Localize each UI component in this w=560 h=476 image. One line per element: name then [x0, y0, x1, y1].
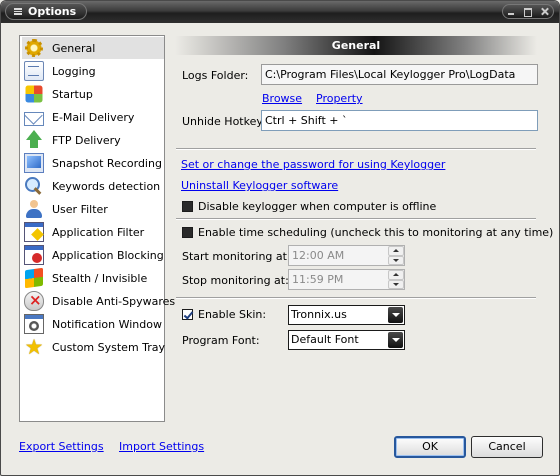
minimize-icon[interactable] [507, 7, 516, 16]
divider [176, 218, 536, 220]
sidebar-item-label: Notification Window [52, 317, 162, 331]
program-font-select[interactable]: Default Font [288, 330, 405, 350]
stop-monitoring-time[interactable]: 11:59 PM [288, 269, 405, 290]
sidebar-item-stealth-invisible[interactable]: Stealth / Invisible [22, 267, 164, 289]
sidebar-item-label: E-Mail Delivery [52, 110, 135, 124]
export-settings-link[interactable]: Export Settings [19, 440, 104, 453]
sidebar-item-label: Custom System Tray [52, 340, 166, 354]
disable-offline-option[interactable]: Disable keylogger when computer is offli… [182, 199, 436, 214]
sidebar-item-logging[interactable]: Logging [22, 60, 164, 82]
cancel-button[interactable]: Cancel [471, 436, 543, 458]
chevron-down-icon[interactable] [388, 307, 403, 323]
app-block-icon [24, 245, 44, 265]
start-monitoring-time[interactable]: 12:00 AM [288, 245, 405, 266]
star-icon: ★ [24, 335, 44, 359]
time-scheduling-checkbox[interactable] [182, 227, 193, 238]
spin-down-icon[interactable] [388, 255, 404, 265]
stop-monitoring-label: Stop monitoring at: [182, 274, 289, 287]
unhide-hotkey-field[interactable]: Ctrl + Shift + ` [261, 110, 538, 131]
app-filter-icon [24, 222, 44, 242]
ok-button[interactable]: OK [394, 436, 466, 458]
sidebar-item-disable-anti-spywares[interactable]: Disable Anti-Spywares [22, 290, 175, 312]
sidebar-item-label: Application Blocking [52, 248, 164, 262]
uninstall-link[interactable]: Uninstall Keylogger software [181, 179, 338, 192]
gear-icon [24, 38, 44, 58]
window-controls [502, 4, 554, 19]
skin-select-value: Tronnix.us [291, 308, 347, 321]
skin-select[interactable]: Tronnix.us [288, 305, 405, 325]
enable-skin-label: Enable Skin: [198, 308, 267, 321]
sidebar-item-label: Logging [52, 64, 96, 78]
sidebar-item-general[interactable]: General [22, 37, 164, 59]
divider [176, 148, 536, 150]
sidebar-item-label: User Filter [52, 202, 108, 216]
spin-up-icon[interactable] [388, 246, 404, 256]
upload-arrow-icon [24, 130, 44, 150]
sidebar-item-keywords-detection[interactable]: Keywords detection [22, 175, 164, 197]
start-monitoring-label: Start monitoring at: [182, 250, 291, 263]
start-time-spinner[interactable] [388, 246, 404, 265]
browse-link[interactable]: Browse [262, 92, 302, 105]
options-category-list[interactable]: General Logging Startup E-Mail Delivery … [19, 35, 175, 422]
windows-logo-icon [25, 267, 43, 289]
user-icon [24, 199, 44, 219]
sidebar-item-email-delivery[interactable]: E-Mail Delivery [22, 106, 164, 128]
window-title-text: Options [28, 5, 77, 18]
title-bar[interactable]: Options [1, 1, 559, 23]
email-icon [24, 111, 44, 126]
sidebar-item-application-filter[interactable]: Application Filter [22, 221, 164, 243]
sidebar-item-label: General [52, 41, 96, 55]
enable-skin-checkbox[interactable] [182, 309, 193, 320]
sidebar-item-label: Snapshot Recording [52, 156, 162, 170]
start-monitoring-value: 12:00 AM [292, 249, 345, 262]
sidebar-item-ftp-delivery[interactable]: FTP Delivery [22, 129, 164, 151]
close-icon[interactable] [540, 7, 549, 16]
system-menu-icon[interactable] [14, 8, 22, 15]
startup-icon [25, 85, 43, 103]
divider [176, 297, 536, 299]
section-header: General [175, 36, 537, 55]
logs-folder-field[interactable]: C:\Program Files\Local Keylogger Pro\Log… [261, 64, 538, 85]
sidebar-item-label: Disable Anti-Spywares [52, 294, 176, 308]
sidebar-item-startup[interactable]: Startup [22, 83, 164, 105]
stop-time-spinner[interactable] [388, 270, 404, 289]
sidebar-item-label: Startup [52, 87, 93, 101]
unhide-hotkey-label: Unhide Hotkey: [182, 115, 266, 128]
sidebar-item-label: FTP Delivery [52, 133, 121, 147]
sidebar-item-label: Stealth / Invisible [52, 271, 148, 285]
maximize-icon[interactable] [523, 7, 533, 17]
shield-x-icon [24, 291, 44, 311]
logs-folder-label: Logs Folder: [182, 69, 249, 82]
time-scheduling-option[interactable]: Enable time scheduling (uncheck this to … [182, 225, 553, 240]
import-settings-link[interactable]: Import Settings [119, 440, 204, 453]
window-title[interactable]: Options [5, 3, 87, 20]
snapshot-icon [24, 153, 44, 173]
chevron-down-icon[interactable] [388, 332, 403, 348]
notification-window-icon [24, 314, 44, 334]
disable-offline-checkbox[interactable] [182, 201, 193, 212]
disable-offline-label: Disable keylogger when computer is offli… [198, 200, 437, 213]
sidebar-item-label: Keywords detection [52, 179, 161, 193]
sidebar-item-notification-window[interactable]: Notification Window [22, 313, 164, 335]
spin-up-icon[interactable] [388, 270, 404, 280]
sidebar-item-snapshot-recording[interactable]: Snapshot Recording [22, 152, 164, 174]
sidebar-item-user-filter[interactable]: User Filter [22, 198, 164, 220]
magnifier-icon [24, 176, 44, 196]
program-font-value: Default Font [291, 333, 359, 346]
enable-skin-option[interactable]: Enable Skin: [182, 307, 266, 322]
property-link[interactable]: Property [316, 92, 363, 105]
change-password-link[interactable]: Set or change the password for using Key… [181, 158, 445, 171]
sidebar-item-custom-system-tray[interactable]: ★ Custom System Tray [22, 335, 166, 359]
sidebar-item-label: Application Filter [52, 225, 145, 239]
program-font-label: Program Font: [182, 334, 260, 347]
spin-down-icon[interactable] [388, 279, 404, 289]
time-scheduling-label: Enable time scheduling (uncheck this to … [198, 226, 554, 239]
stop-monitoring-value: 11:59 PM [292, 273, 344, 286]
sidebar-item-application-blocking[interactable]: Application Blocking [22, 244, 164, 266]
log-icon [24, 61, 44, 81]
options-window: Options General Logging Startup E-Mail D… [0, 0, 560, 476]
